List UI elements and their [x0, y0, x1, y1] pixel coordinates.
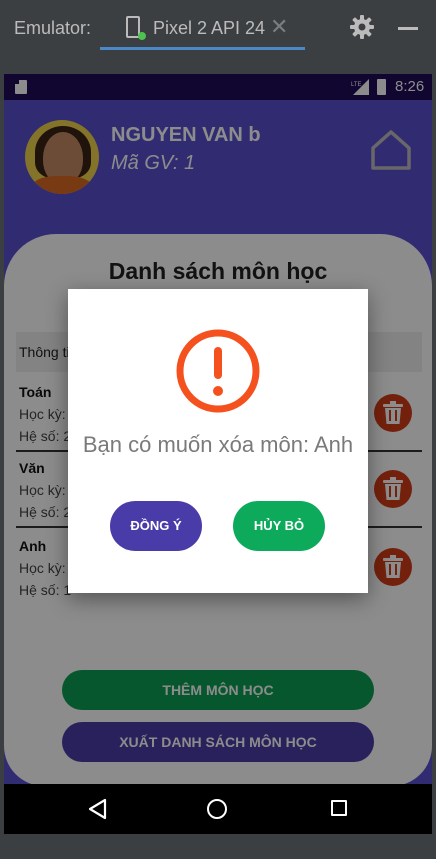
- close-icon[interactable]: ✕: [270, 14, 288, 40]
- gear-icon[interactable]: [349, 14, 375, 40]
- recents-icon[interactable]: [331, 800, 347, 816]
- cancel-button[interactable]: HỦY BỎ: [233, 501, 325, 551]
- navigation-bar: [4, 784, 432, 834]
- emulator-toolbar: Emulator: Pixel 2 API 24 ✕: [0, 0, 436, 52]
- device-tab[interactable]: Pixel 2 API 24 ✕: [100, 8, 305, 50]
- dialog-message: Bạn có muốn xóa môn: Anh: [82, 432, 354, 457]
- back-icon[interactable]: [88, 798, 108, 820]
- delete-confirm-dialog: Bạn có muốn xóa môn: Anh ĐỒNG Ý HỦY BỎ: [68, 289, 368, 593]
- alert-circle-icon: [176, 329, 260, 413]
- minimize-icon[interactable]: [398, 27, 418, 30]
- confirm-button[interactable]: ĐỒNG Ý: [110, 501, 202, 551]
- home-circle-icon[interactable]: [207, 799, 227, 819]
- emulator-window: Emulator: Pixel 2 API 24 ✕ LTE 8:26 NGUY…: [0, 0, 436, 859]
- device-tab-label: Pixel 2 API 24: [153, 18, 266, 38]
- device-online-dot: [138, 32, 146, 40]
- tab-underline: [100, 47, 305, 50]
- emulator-label: Emulator:: [14, 18, 92, 38]
